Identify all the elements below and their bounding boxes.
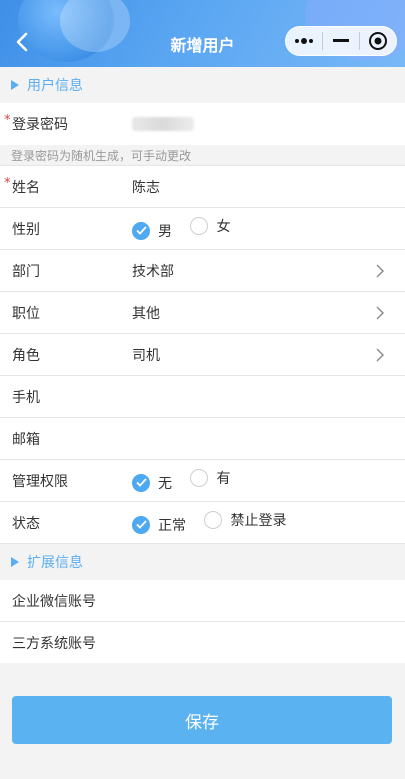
section-title: 扩展信息	[27, 555, 83, 571]
check-circle-icon	[132, 473, 150, 492]
status-radio-group: 正常 禁止登录	[132, 510, 405, 535]
field-label: 性别	[12, 221, 40, 238]
check-circle-icon	[132, 221, 150, 240]
radio-admin-none[interactable]: 无	[132, 473, 172, 493]
row-email: 邮箱	[0, 418, 405, 460]
position-value: 其他	[132, 305, 160, 322]
field-label: * 登录密码	[4, 113, 68, 133]
admin-radio-group: 无 有	[132, 468, 405, 493]
check-circle-icon	[132, 515, 150, 534]
empty-circle-icon	[190, 469, 209, 488]
department-value: 技术部	[132, 263, 174, 280]
section-ext-info: 扩展信息	[0, 544, 405, 580]
field-label: 职位	[12, 305, 40, 322]
mini-program-capsule	[285, 26, 397, 56]
section-title: 用户信息	[27, 78, 83, 94]
radio-status-normal[interactable]: 正常	[132, 515, 186, 535]
row-password: * 登录密码	[0, 103, 405, 145]
form: 用户信息 * 登录密码 登录密码为随机生成，可手动更改 * 姓名 陈志 性别 男 女…	[0, 67, 405, 664]
more-dots-icon	[295, 38, 313, 44]
row-wecom: 企业微信账号	[0, 580, 405, 622]
triangle-right-icon	[11, 80, 19, 90]
password-input[interactable]	[132, 117, 405, 131]
field-label: 部门	[12, 263, 40, 280]
required-mark: *	[4, 113, 11, 128]
chevron-right-icon	[376, 306, 384, 320]
field-label: 企业微信账号	[12, 593, 96, 610]
role-value: 司机	[132, 347, 160, 364]
empty-circle-icon	[190, 217, 209, 236]
nav-header: 新增用户	[0, 0, 405, 67]
empty-circle-icon	[204, 511, 223, 530]
close-button[interactable]	[360, 27, 396, 55]
target-close-icon	[369, 32, 387, 50]
row-phone: 手机	[0, 376, 405, 418]
row-gender: 性别 男 女	[0, 208, 405, 250]
radio-male[interactable]: 男	[132, 221, 172, 241]
name-input[interactable]: 陈志	[132, 177, 405, 197]
row-status: 状态 正常 禁止登录	[0, 502, 405, 544]
field-label: 状态	[12, 515, 40, 532]
chevron-right-icon	[376, 264, 384, 278]
field-label: 角色	[12, 347, 40, 364]
radio-female[interactable]: 女	[190, 216, 230, 236]
gender-radio-group: 男 女	[132, 216, 405, 241]
masked-password	[132, 117, 194, 131]
radio-status-banned[interactable]: 禁止登录	[204, 510, 286, 530]
field-label: 管理权限	[12, 473, 68, 490]
radio-admin-yes[interactable]: 有	[190, 468, 230, 488]
field-label: 手机	[12, 389, 40, 406]
section-user-info: 用户信息	[0, 67, 405, 103]
field-label: * 姓名	[4, 175, 40, 196]
field-label: 邮箱	[12, 431, 40, 448]
row-admin: 管理权限 无 有	[0, 460, 405, 502]
row-position[interactable]: 职位 其他	[0, 292, 405, 334]
row-role[interactable]: 角色 司机	[0, 334, 405, 376]
minimize-button[interactable]	[323, 27, 359, 55]
row-name: * 姓名 陈志	[0, 166, 405, 208]
row-third: 三方系统账号	[0, 622, 405, 664]
password-hint: 登录密码为随机生成，可手动更改	[0, 145, 405, 166]
minimize-icon	[333, 39, 349, 42]
triangle-right-icon	[11, 557, 19, 567]
save-button[interactable]: 保存	[12, 696, 392, 744]
more-button[interactable]	[286, 27, 322, 55]
required-mark: *	[4, 175, 11, 191]
chevron-right-icon	[376, 348, 384, 362]
footer: 保存	[0, 663, 405, 779]
row-department[interactable]: 部门 技术部	[0, 250, 405, 292]
field-label: 三方系统账号	[12, 635, 96, 652]
